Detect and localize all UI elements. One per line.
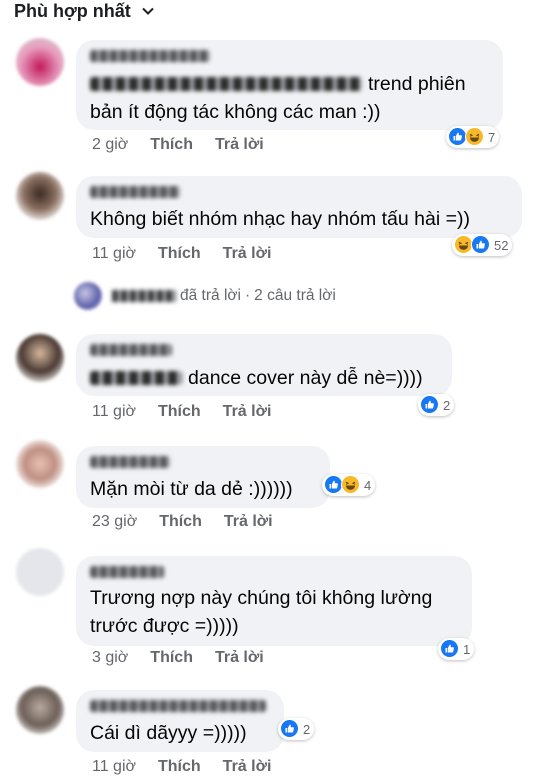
blurred-tag	[90, 371, 182, 385]
like-button[interactable]: Thích	[150, 649, 193, 667]
like-button[interactable]: Thích	[158, 403, 201, 421]
comment-time[interactable]: 11 giờ	[92, 403, 136, 421]
commenter-name[interactable]	[90, 700, 266, 712]
replied-label: đã trả lời	[180, 287, 241, 304]
reply-button[interactable]: Trả lời	[223, 758, 272, 776]
reaction-count: 2	[443, 397, 451, 413]
comment-text: dance cover này dễ nè=))))	[188, 367, 423, 389]
comment-time[interactable]: 23 giờ	[92, 513, 137, 531]
reply-button[interactable]: Trả lời	[215, 136, 264, 154]
comment-actions: 11 giờ Thích Trả lời	[92, 758, 293, 776]
commenter-name[interactable]	[90, 566, 164, 578]
comment-actions: 2 giờ Thích Trả lời	[92, 136, 286, 154]
comment-bubble: dance cover này dễ nè=))))	[76, 334, 452, 396]
comment-bubble: Cái dì dãyyy =)))))	[76, 690, 284, 752]
comment-time[interactable]: 11 giờ	[92, 245, 136, 263]
like-button[interactable]: Thích	[150, 136, 193, 154]
commenter-name[interactable]	[90, 50, 210, 62]
separator-dot: ·	[245, 287, 251, 304]
reply-count: 2 câu trả lời	[254, 287, 336, 304]
comment-actions: 11 giờ Thích Trả lời	[92, 245, 293, 263]
comment-bubble: Không biết nhóm nhạc hay nhóm tấu hài =)…	[76, 176, 522, 238]
comment-time[interactable]: 11 giờ	[92, 758, 136, 776]
avatar[interactable]	[16, 548, 64, 596]
reaction-count: 4	[364, 477, 372, 493]
reaction-summary[interactable]: 7	[446, 126, 500, 148]
reaction-count: 52	[494, 237, 509, 253]
reaction-count: 2	[303, 721, 311, 737]
like-button[interactable]: Thích	[159, 513, 202, 531]
reaction-count: 1	[463, 641, 471, 657]
avatar[interactable]	[16, 172, 64, 220]
comment-text: Mặn mòi từ da dẻ :))))))	[90, 478, 293, 500]
comment-sort-dropdown[interactable]: Phù hợp nhất	[14, 0, 155, 22]
commenter-name[interactable]	[90, 186, 180, 198]
comment-actions: 11 giờ Thích Trả lời	[92, 403, 293, 421]
reaction-summary[interactable]: 4	[322, 474, 376, 496]
reaction-summary[interactable]: 2	[418, 394, 455, 416]
avatar[interactable]	[16, 440, 64, 488]
reply-button[interactable]: Trả lời	[223, 245, 272, 263]
comment-bubble: Mặn mòi từ da dẻ :))))))	[76, 446, 330, 508]
reaction-summary[interactable]: 52	[452, 234, 513, 256]
avatar[interactable]	[16, 334, 64, 382]
like-button[interactable]: Thích	[158, 758, 201, 776]
like-reaction-icon	[280, 719, 300, 739]
like-reaction-icon	[420, 395, 440, 415]
like-button[interactable]: Thích	[158, 245, 201, 263]
commenter-name[interactable]	[90, 344, 172, 356]
reply-button[interactable]: Trả lời	[215, 649, 264, 667]
commenter-name[interactable]	[90, 456, 170, 468]
chevron-down-icon	[141, 4, 155, 18]
comment-time[interactable]: 3 giờ	[92, 649, 128, 667]
view-replies-link[interactable]: đã trả lời · 2 câu trả lời	[74, 282, 336, 310]
avatar[interactable]	[16, 686, 64, 734]
haha-reaction-icon	[341, 475, 361, 495]
comment-bubble: Trương nợp này chúng tôi không lường trư…	[76, 556, 472, 646]
reply-button[interactable]: Trả lời	[224, 513, 273, 531]
comment-actions: 3 giờ Thích Trả lời	[92, 649, 286, 667]
haha-reaction-icon	[465, 127, 485, 147]
reaction-summary[interactable]: 2	[278, 718, 315, 740]
avatar[interactable]	[16, 38, 64, 86]
reaction-summary[interactable]: 1	[438, 638, 475, 660]
reply-button[interactable]: Trả lời	[223, 403, 272, 421]
comment-text: Không biết nhóm nhạc hay nhóm tấu hài =)…	[90, 208, 470, 230]
blurred-tag	[90, 77, 362, 91]
replier-name	[112, 290, 176, 302]
sort-label: Phù hợp nhất	[14, 0, 131, 21]
comment-text: Cái dì dãyyy =)))))	[90, 722, 247, 744]
reaction-count: 7	[488, 129, 496, 145]
comment-time[interactable]: 2 giờ	[92, 136, 128, 154]
like-reaction-icon	[471, 235, 491, 255]
comment-bubble: trend phiên bản ít động tác không các ma…	[76, 40, 503, 130]
reply-avatar	[74, 282, 102, 310]
comment-text: Trương nợp này chúng tôi không lường trư…	[90, 587, 433, 637]
like-reaction-icon	[440, 639, 460, 659]
comment-actions: 23 giờ Thích Trả lời	[92, 513, 295, 531]
